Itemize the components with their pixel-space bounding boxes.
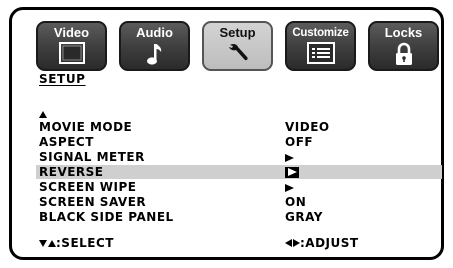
tab-audio-label: Audio: [136, 25, 173, 40]
menu-row-reverse[interactable]: REVERSE: [0, 164, 453, 179]
tab-setup[interactable]: Setup: [202, 21, 273, 71]
scroll-up-icon[interactable]: [39, 111, 47, 118]
music-note-icon: [146, 44, 161, 65]
setup-menu: MOVIE MODE VIDEO ASPECT OFF SIGNAL METER…: [0, 119, 453, 224]
menu-label: BLACK SIDE PANEL: [39, 210, 174, 224]
menu-value: ON: [285, 195, 307, 209]
menu-row-screen-saver[interactable]: SCREEN SAVER ON: [0, 194, 453, 209]
section-title: SETUP: [39, 72, 86, 86]
right-arrow-icon: [293, 239, 300, 247]
monitor-icon: [58, 42, 85, 64]
menu-label: MOVIE MODE: [39, 120, 133, 134]
submenu-arrow-selected-icon: [285, 165, 299, 179]
tab-locks[interactable]: Locks: [368, 21, 439, 71]
menu-label: ASPECT: [39, 135, 94, 149]
left-arrow-icon: [285, 239, 292, 247]
tab-setup-label: Setup: [219, 25, 256, 40]
menu-label: SCREEN WIPE: [39, 180, 137, 194]
menu-value: OFF: [285, 135, 314, 149]
wrench-icon: [228, 43, 248, 61]
menu-row-aspect[interactable]: ASPECT OFF: [0, 134, 453, 149]
menu-label: SCREEN SAVER: [39, 195, 147, 209]
menu-value: GRAY: [285, 210, 323, 224]
up-arrow-icon: [48, 239, 56, 247]
menu-value: VIDEO: [285, 120, 330, 134]
submenu-arrow-icon: [285, 150, 294, 164]
list-icon: [306, 42, 335, 64]
submenu-arrow-icon: [285, 180, 294, 194]
menu-row-screen-wipe[interactable]: SCREEN WIPE: [0, 179, 453, 194]
menu-row-black-side-panel[interactable]: BLACK SIDE PANEL GRAY: [0, 209, 453, 224]
menu-row-movie-mode[interactable]: MOVIE MODE VIDEO: [0, 119, 453, 134]
down-arrow-icon: [39, 239, 47, 247]
padlock-icon: [395, 42, 412, 65]
tab-audio[interactable]: Audio: [119, 21, 190, 71]
adjust-hint: :ADJUST: [285, 236, 359, 250]
menu-row-signal-meter[interactable]: SIGNAL METER: [0, 149, 453, 164]
tab-customize[interactable]: Customize: [285, 21, 356, 71]
tab-video[interactable]: Video: [36, 21, 107, 71]
menu-label: SIGNAL METER: [39, 150, 145, 164]
tab-locks-label: Locks: [384, 25, 423, 40]
tab-video-label: Video: [53, 25, 90, 40]
select-hint: :SELECT: [39, 236, 114, 250]
menu-label: REVERSE: [39, 165, 104, 179]
select-hint-text: :SELECT: [56, 236, 114, 250]
tab-customize-label: Customize: [292, 27, 349, 39]
adjust-hint-text: :ADJUST: [300, 236, 359, 250]
